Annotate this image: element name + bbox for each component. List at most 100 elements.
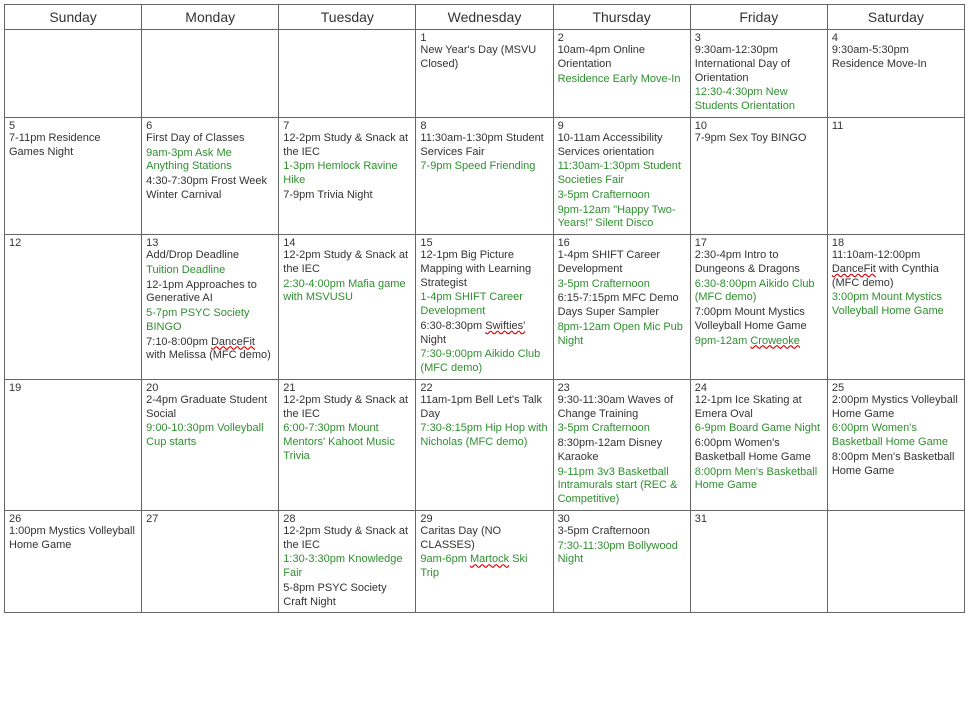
calendar-event: 6:00pm Women's Basketball Home Game <box>832 422 960 450</box>
day-number: 7 <box>283 120 411 132</box>
calendar-event: 9pm-12am Croweoke <box>695 335 823 349</box>
calendar-event: 8:30pm-12am Disney Karaoke <box>558 437 686 465</box>
calendar-day-cell: 811:30am-1:30pm Student Services Fair7-9… <box>416 117 553 234</box>
calendar-day-cell: 210am-4pm Online OrientationResidence Ea… <box>553 30 690 118</box>
calendar-event: 11am-1pm Bell Let's Talk Day <box>420 394 548 422</box>
calendar-day-cell: 239:30-11:30am Waves of Change Training3… <box>553 379 690 510</box>
spellcheck-squiggle: Swifties' <box>485 320 525 332</box>
calendar-event: 12-2pm Study & Snack at the IEC <box>283 394 411 422</box>
calendar-week-row: 12 13Add/Drop DeadlineTuition Deadline12-… <box>5 235 965 380</box>
calendar-event: 7-9pm Speed Friending <box>420 160 548 174</box>
day-number: 27 <box>146 513 274 525</box>
calendar-event: 5-8pm PSYC Society Craft Night <box>283 582 411 610</box>
day-number: 13 <box>146 237 274 249</box>
calendar-event: 9pm-12am "Happy Two-Years!" Silent Disco <box>558 204 686 232</box>
day-number: 23 <box>558 382 686 394</box>
calendar-event: 3:00pm Mount Mystics Volleyball Home Gam… <box>832 291 960 319</box>
calendar-day-cell: 1New Year's Day (MSVU Closed) <box>416 30 553 118</box>
weekday-header: Saturday <box>827 5 964 30</box>
calendar-event: 12-1pm Big Picture Mapping with Learning… <box>420 249 548 290</box>
calendar-event: New Year's Day (MSVU Closed) <box>420 44 548 72</box>
calendar-day-cell: 13Add/Drop DeadlineTuition Deadline12-1p… <box>142 235 279 380</box>
day-number: 22 <box>420 382 548 394</box>
calendar-day-cell: 1811:10am-12:00pm DanceFit with Cynthia … <box>827 235 964 380</box>
calendar-event: 9:30am-12:30pm International Day of Orie… <box>695 44 823 85</box>
calendar-day-cell: 12 <box>5 235 142 380</box>
calendar-event: 9am-6pm Martock Ski Trip <box>420 553 548 581</box>
calendar-event: 1-4pm SHIFT Career Development <box>420 291 548 319</box>
calendar-event: 3-5pm Crafternoon <box>558 189 686 203</box>
day-number: 1 <box>420 32 548 44</box>
calendar-day-cell: 252:00pm Mystics Volleyball Home Game6:0… <box>827 379 964 510</box>
calendar-event: 9:30am-5:30pm Residence Move-In <box>832 44 960 72</box>
calendar-event: 7:10-8:00pm DanceFit with Melissa (MFC d… <box>146 336 274 364</box>
day-number: 17 <box>695 237 823 249</box>
calendar-week-row: 19202-4pm Graduate Student Social9:00-10… <box>5 379 965 510</box>
calendar-day-cell <box>827 510 964 613</box>
calendar-body: 1New Year's Day (MSVU Closed)210am-4pm O… <box>5 30 965 613</box>
calendar-day-cell: 39:30am-12:30pm International Day of Ori… <box>690 30 827 118</box>
weekday-header: Friday <box>690 5 827 30</box>
calendar-event: 3-5pm Crafternoon <box>558 525 686 539</box>
calendar-day-cell <box>142 30 279 118</box>
calendar-event: Residence Early Move-In <box>558 73 686 87</box>
calendar-day-cell: 57-11pm Residence Games Night <box>5 117 142 234</box>
calendar-day-cell: 2812-2pm Study & Snack at the IEC1:30-3:… <box>279 510 416 613</box>
day-number: 21 <box>283 382 411 394</box>
spellcheck-squiggle: DanceFit <box>832 263 876 275</box>
calendar-event: 2-4pm Graduate Student Social <box>146 394 274 422</box>
spellcheck-squiggle: DanceFit <box>211 336 255 348</box>
day-number: 15 <box>420 237 548 249</box>
day-number: 14 <box>283 237 411 249</box>
calendar-day-cell: 29Caritas Day (NO CLASSES)9am-6pm Martoc… <box>416 510 553 613</box>
calendar-event: First Day of Classes <box>146 132 274 146</box>
day-number: 18 <box>832 237 960 249</box>
day-number: 8 <box>420 120 548 132</box>
calendar-day-cell: 1512-1pm Big Picture Mapping with Learni… <box>416 235 553 380</box>
weekday-header: Tuesday <box>279 5 416 30</box>
calendar-day-cell: 2112-2pm Study & Snack at the IEC6:00-7:… <box>279 379 416 510</box>
calendar-event: 7-9pm Sex Toy BINGO <box>695 132 823 146</box>
calendar-day-cell: 161-4pm SHIFT Career Development3-5pm Cr… <box>553 235 690 380</box>
calendar-event: 8:00pm Men's Basketball Home Game <box>695 466 823 494</box>
calendar-week-row: 57-11pm Residence Games Night6First Day … <box>5 117 965 234</box>
day-number: 31 <box>695 513 823 525</box>
calendar-event: 4:30-7:30pm Frost Week Winter Carnival <box>146 175 274 203</box>
calendar-day-cell: 2412-1pm Ice Skating at Emera Oval6-9pm … <box>690 379 827 510</box>
day-number: 12 <box>9 237 137 249</box>
weekday-header-row: SundayMondayTuesdayWednesdayThursdayFrid… <box>5 5 965 30</box>
weekday-header: Monday <box>142 5 279 30</box>
calendar-event: 12-2pm Study & Snack at the IEC <box>283 249 411 277</box>
day-number: 20 <box>146 382 274 394</box>
calendar-week-row: 261:00pm Mystics Volleyball Home Game272… <box>5 510 965 613</box>
calendar-event: 6-9pm Board Game Night <box>695 422 823 436</box>
calendar-event: 11:30am-1:30pm Student Societies Fair <box>558 160 686 188</box>
calendar-event: 6:15-7:15pm MFC Demo Days Super Sampler <box>558 292 686 320</box>
calendar-day-cell: 49:30am-5:30pm Residence Move-In <box>827 30 964 118</box>
day-number: 30 <box>558 513 686 525</box>
calendar-event: 10-11am Accessibility Services orientati… <box>558 132 686 160</box>
calendar-day-cell: 2211am-1pm Bell Let's Talk Day7:30-8:15p… <box>416 379 553 510</box>
calendar-event: 5-7pm PSYC Society BINGO <box>146 307 274 335</box>
calendar-event: 8:00pm Men's Basketball Home Game <box>832 451 960 479</box>
calendar-day-cell: 27 <box>142 510 279 613</box>
day-number: 11 <box>832 120 960 132</box>
weekday-header: Thursday <box>553 5 690 30</box>
day-number: 6 <box>146 120 274 132</box>
calendar-day-cell: 31 <box>690 510 827 613</box>
calendar-event: 3-5pm Crafternoon <box>558 278 686 292</box>
calendar-event: 9am-3pm Ask Me Anything Stations <box>146 147 274 175</box>
calendar-event: 7:30-8:15pm Hip Hop with Nicholas (MFC d… <box>420 422 548 450</box>
calendar-day-cell: 202-4pm Graduate Student Social9:00-10:3… <box>142 379 279 510</box>
calendar-day-cell <box>279 30 416 118</box>
calendar-event: 2:30-4:00pm Mafia game with MSVUSU <box>283 278 411 306</box>
calendar-event: 7:00pm Mount Mystics Volleyball Home Gam… <box>695 306 823 334</box>
calendar-event: 8pm-12am Open Mic Pub Night <box>558 321 686 349</box>
calendar-day-cell: 19 <box>5 379 142 510</box>
day-number: 4 <box>832 32 960 44</box>
day-number: 2 <box>558 32 686 44</box>
calendar-day-cell: 6First Day of Classes9am-3pm Ask Me Anyt… <box>142 117 279 234</box>
calendar-event: 12-1pm Ice Skating at Emera Oval <box>695 394 823 422</box>
calendar-day-cell: 712-2pm Study & Snack at the IEC1-3pm He… <box>279 117 416 234</box>
calendar-event: 1:00pm Mystics Volleyball Home Game <box>9 525 137 553</box>
